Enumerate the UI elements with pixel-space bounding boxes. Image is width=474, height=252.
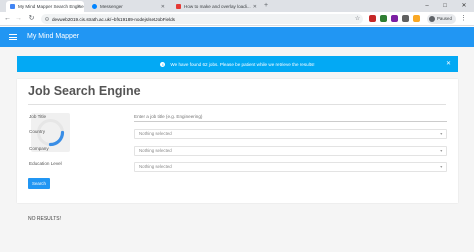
- country-select[interactable]: Nothing selected ▼: [134, 129, 447, 139]
- tab-close-icon[interactable]: ✕: [161, 4, 165, 10]
- tab-close-icon[interactable]: ✕: [77, 4, 81, 10]
- education-select-value: Nothing selected: [139, 164, 172, 169]
- extension-icon[interactable]: [402, 15, 409, 22]
- company-label: Company: [29, 146, 49, 151]
- tab-messenger[interactable]: Messenger ✕: [88, 1, 168, 12]
- extension-icon[interactable]: [369, 15, 376, 22]
- tab-title: Messenger: [100, 4, 123, 9]
- job-title-input[interactable]: [134, 114, 447, 119]
- search-button[interactable]: Search: [28, 178, 50, 189]
- url-text: devweb2019.cis.strath.ac.uk/~bfs19189-no…: [52, 16, 175, 22]
- chevron-down-icon: ▼: [439, 149, 443, 153]
- tab-close-icon[interactable]: ✕: [253, 4, 257, 10]
- country-select-value: Nothing selected: [139, 131, 172, 136]
- back-arrow-icon[interactable]: ←: [3, 14, 12, 24]
- app-bar: My Mind Mapper: [0, 27, 474, 47]
- country-label: Country: [29, 129, 46, 134]
- forward-arrow-icon[interactable]: →: [14, 14, 23, 24]
- new-tab-button[interactable]: +: [264, 1, 268, 11]
- chevron-down-icon: ▼: [439, 132, 443, 136]
- reload-icon[interactable]: ↻: [27, 14, 36, 24]
- job-title-field[interactable]: [134, 112, 447, 122]
- info-icon: i: [160, 61, 166, 67]
- profile-label: Paused: [437, 16, 452, 21]
- company-select[interactable]: Nothing selected ▼: [134, 146, 447, 156]
- more-menu-icon[interactable]: ⋮: [460, 14, 467, 24]
- extension-icon[interactable]: [380, 15, 387, 22]
- youtube-icon: [176, 4, 181, 9]
- alert-close-icon[interactable]: ✕: [446, 60, 451, 68]
- tab-favicon-icon: [10, 4, 15, 9]
- tab-strip: My Mind Mapper Search Engine ✕ Messenger…: [0, 0, 474, 12]
- tab-mind-mapper[interactable]: My Mind Mapper Search Engine ✕: [6, 1, 84, 12]
- app-title: My Mind Mapper: [27, 33, 80, 40]
- divider: [28, 104, 446, 105]
- tab-title: How to make and overlay loadi...: [184, 4, 251, 9]
- messenger-icon: [92, 4, 97, 9]
- hamburger-menu-icon[interactable]: [9, 34, 17, 40]
- no-results-message: NO RESULTS!: [28, 216, 61, 222]
- page-title: Job Search Engine: [28, 84, 141, 98]
- tab-title: My Mind Mapper Search Engine: [18, 4, 84, 9]
- tab-overlay-loading[interactable]: How to make and overlay loadi... ✕: [172, 1, 260, 12]
- alert-message: We have found 62 jobs. Please be patient…: [170, 61, 315, 67]
- extension-icon[interactable]: [391, 15, 398, 22]
- education-select[interactable]: Nothing selected ▼: [134, 162, 447, 172]
- extension-icon[interactable]: [413, 15, 420, 22]
- close-window-button[interactable]: ✕: [457, 0, 471, 12]
- info-alert: i We have found 62 jobs. Please be patie…: [17, 56, 458, 72]
- avatar: [429, 16, 435, 22]
- chevron-down-icon: ▼: [439, 165, 443, 169]
- browser-toolbar: ← → ↻ devweb2019.cis.strath.ac.uk/~bfs19…: [0, 12, 474, 26]
- company-select-value: Nothing selected: [139, 148, 172, 153]
- address-bar[interactable]: devweb2019.cis.strath.ac.uk/~bfs19189-no…: [41, 14, 363, 24]
- profile-button[interactable]: Paused: [427, 14, 456, 24]
- minimize-button[interactable]: –: [420, 0, 434, 12]
- education-level-label: Education Level: [29, 161, 62, 166]
- maximize-button[interactable]: □: [438, 0, 452, 12]
- info-icon: [45, 17, 49, 21]
- job-title-label: Job Title: [29, 114, 47, 119]
- bookmark-star-icon[interactable]: ☆: [353, 14, 362, 24]
